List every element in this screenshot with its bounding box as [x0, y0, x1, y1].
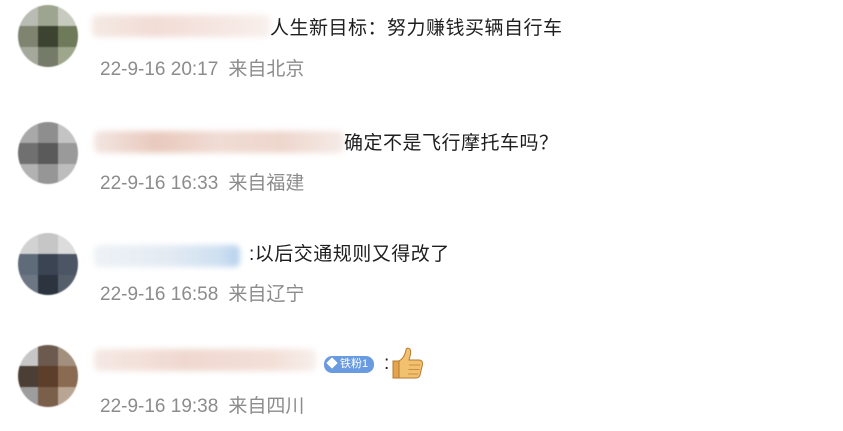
comment-date: 22-9-16 16:33: [100, 173, 219, 194]
fan-level-label: 铁粉1: [340, 358, 369, 370]
comment-meta: 22-9-16 16:58 来自辽宁: [100, 283, 304, 307]
comment-text: 确定不是飞行摩托车吗？: [344, 133, 559, 154]
comment-meta: 22-9-16 19:38 来自四川: [100, 395, 304, 419]
diamond-icon: [326, 357, 338, 369]
comment-location: 来自北京: [228, 59, 305, 80]
comment-location: 来自四川: [228, 396, 305, 417]
username-blurred[interactable]: [94, 131, 344, 153]
avatar[interactable]: [18, 233, 78, 295]
comment-location: 来自辽宁: [228, 284, 305, 305]
thumbs-up-icon: [392, 347, 424, 379]
avatar[interactable]: [18, 345, 78, 407]
username-blurred[interactable]: [94, 349, 316, 371]
comment-item: 铁粉1 : 22-9-16 19:38 来自四川: [0, 335, 843, 425]
avatar[interactable]: [18, 122, 78, 184]
comment-location: 来自福建: [228, 173, 305, 194]
username-blurred[interactable]: [94, 245, 240, 267]
comment-text: 人生新目标：努力赚钱买辆自行车: [270, 18, 563, 39]
comment-meta: 22-9-16 20:17 来自北京: [100, 58, 304, 82]
comment-date: 22-9-16 16:58: [100, 284, 219, 305]
comment-item: 人生新目标：努力赚钱买辆自行车 22-9-16 20:17 来自北京: [0, 0, 843, 90]
avatar[interactable]: [18, 5, 78, 67]
comment-date: 22-9-16 19:38: [100, 396, 219, 417]
username-blurred[interactable]: [92, 15, 270, 37]
comment-item: 确定不是飞行摩托车吗？ 22-9-16 16:33 来自福建: [0, 118, 843, 208]
comment-date: 22-9-16 20:17: [100, 59, 219, 80]
fan-level-badge[interactable]: 铁粉1: [324, 356, 375, 373]
comment-item: :以后交通规则又得改了 22-9-16 16:58 来自辽宁: [0, 225, 843, 315]
comment-text: :以后交通规则又得改了: [249, 244, 450, 265]
comment-meta: 22-9-16 16:33 来自福建: [100, 172, 304, 196]
